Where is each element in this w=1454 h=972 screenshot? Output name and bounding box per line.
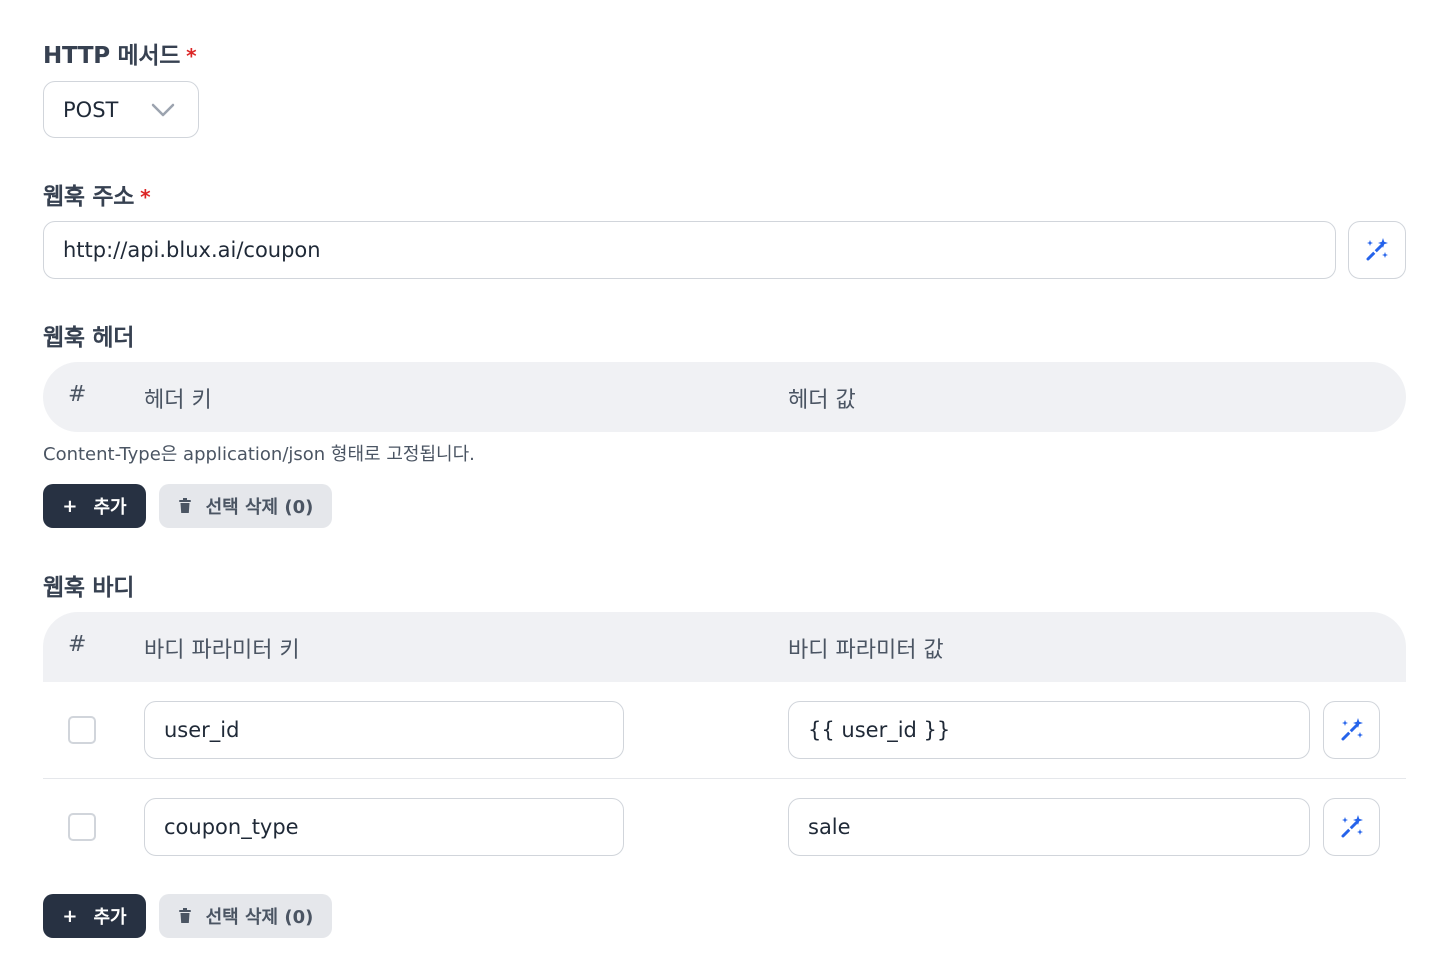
body-value-input[interactable]: {{ user_id }} — [788, 701, 1310, 759]
required-mark: * — [186, 44, 197, 68]
plus-icon: + — [62, 495, 78, 517]
body-value-value: {{ user_id }} — [808, 718, 951, 742]
required-mark: * — [140, 185, 151, 209]
headers-delete-label: 선택 삭제 (0) — [205, 497, 314, 518]
headers-add-label: 추가 — [93, 497, 127, 518]
body-delete-label: 선택 삭제 (0) — [205, 907, 314, 928]
body-add-button[interactable]: + 추가 — [43, 894, 146, 938]
trash-icon — [178, 498, 191, 513]
chevron-down-icon — [151, 103, 175, 117]
row-divider — [43, 778, 1406, 779]
url-input-value: http://api.blux.ai/coupon — [63, 238, 321, 262]
trash-icon — [178, 908, 191, 923]
headers-table-header: # 헤더 키 헤더 값 — [43, 362, 1406, 432]
body-value-value: sale — [808, 815, 851, 839]
row-checkbox[interactable] — [68, 813, 96, 841]
row-checkbox[interactable] — [68, 716, 96, 744]
headers-note: Content-Type은 application/json 형태로 고정됩니다… — [43, 444, 475, 465]
headers-col-index: # — [68, 382, 87, 407]
method-select[interactable]: POST — [43, 81, 199, 138]
body-col-key: 바디 파라미터 키 — [144, 638, 300, 663]
magic-wand-icon — [1366, 238, 1388, 261]
body-col-value: 바디 파라미터 값 — [788, 638, 944, 663]
body-value-input[interactable]: sale — [788, 798, 1310, 856]
body-key-value: coupon_type — [164, 815, 299, 839]
headers-label: 웹훅 헤더 — [43, 325, 135, 351]
magic-wand-icon — [1341, 815, 1363, 838]
body-key-value: user_id — [164, 718, 240, 742]
body-key-input[interactable]: user_id — [144, 701, 624, 759]
body-col-index: # — [68, 632, 87, 657]
body-key-input[interactable]: coupon_type — [144, 798, 624, 856]
url-label: 웹훅 주소 * — [43, 184, 151, 210]
headers-add-button[interactable]: + 추가 — [43, 484, 146, 528]
body-magic-button[interactable] — [1323, 798, 1380, 856]
method-select-value: POST — [63, 97, 119, 122]
magic-wand-icon — [1341, 718, 1363, 741]
plus-icon: + — [62, 905, 78, 927]
body-magic-button[interactable] — [1323, 701, 1380, 759]
url-input[interactable]: http://api.blux.ai/coupon — [43, 221, 1336, 279]
headers-col-value: 헤더 값 — [788, 388, 856, 413]
headers-col-key: 헤더 키 — [144, 388, 212, 413]
body-table-header: # 바디 파라미터 키 바디 파라미터 값 — [43, 612, 1406, 682]
method-label: HTTP 메서드 * — [43, 43, 197, 69]
body-label: 웹훅 바디 — [43, 575, 135, 601]
headers-delete-button[interactable]: 선택 삭제 (0) — [159, 484, 332, 528]
body-delete-button[interactable]: 선택 삭제 (0) — [159, 894, 332, 938]
url-magic-button[interactable] — [1348, 221, 1406, 279]
body-add-label: 추가 — [93, 907, 127, 928]
